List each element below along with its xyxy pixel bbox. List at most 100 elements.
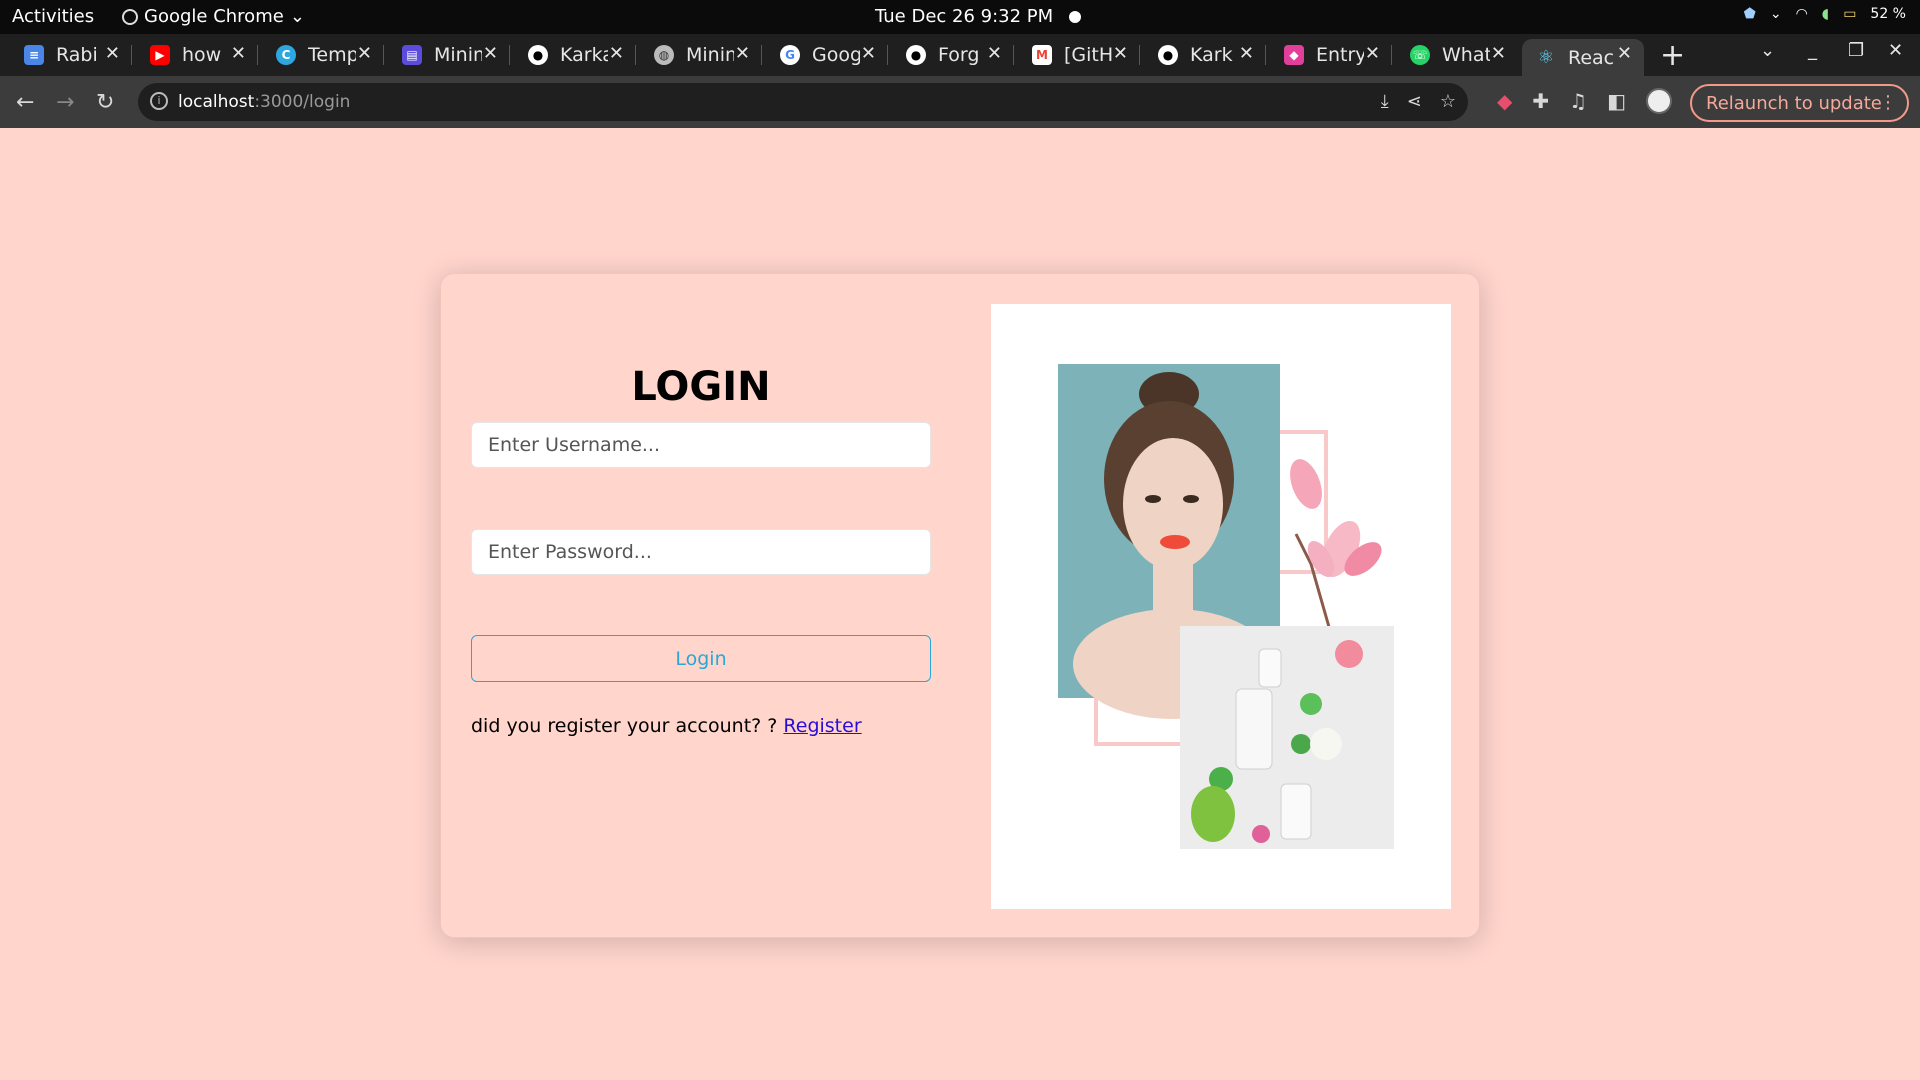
tab-active[interactable]: ⚛ Reac ✕	[1522, 39, 1644, 76]
whatsapp-icon: ☏	[1410, 45, 1430, 65]
shield-icon[interactable]: ⬟	[1744, 6, 1756, 22]
tab[interactable]: G Goog ✕	[766, 39, 888, 71]
clock[interactable]: Tue Dec 26 9:32 PM	[875, 6, 1082, 27]
restore-icon[interactable]: ❐	[1848, 40, 1864, 61]
chevron-down-icon[interactable]: ⌄	[1770, 6, 1782, 22]
close-icon[interactable]: ✕	[735, 43, 750, 64]
minimize-icon[interactable]: _	[1808, 40, 1817, 61]
github-icon: ●	[528, 45, 548, 65]
extensions-puzzle-icon[interactable]: ✚	[1532, 89, 1549, 113]
close-icon[interactable]: ✕	[987, 43, 1002, 64]
kebab-menu-icon[interactable]: ⋮	[1879, 92, 1897, 113]
tab-separator	[1139, 45, 1140, 65]
tab-separator	[761, 45, 762, 65]
omnibox-actions: ⤓ ⋖ ☆	[1381, 91, 1456, 112]
notification-dot-icon	[1069, 10, 1082, 23]
tab-title: Entry	[1316, 44, 1364, 66]
address-bar[interactable]: i localhost:3000/login ⤓ ⋖ ☆	[138, 83, 1468, 121]
google-icon: G	[780, 45, 800, 65]
docs-icon: ≡	[24, 45, 44, 65]
hero-image-panel	[991, 304, 1451, 909]
register-prompt: did you register your account? ? Registe…	[471, 715, 862, 737]
tab[interactable]: ☏ What ✕	[1396, 39, 1518, 71]
tab-separator	[1013, 45, 1014, 65]
media-queue-icon[interactable]: ♫	[1569, 89, 1587, 113]
close-icon[interactable]: ✕	[1113, 43, 1128, 64]
globe-icon: ◍	[654, 45, 674, 65]
tab-separator	[131, 45, 132, 65]
github-icon: ●	[1158, 45, 1178, 65]
tab-search-icon[interactable]: ⌄	[1760, 40, 1775, 61]
tab[interactable]: ● Karka ✕	[514, 39, 636, 71]
reload-icon[interactable]: ↻	[96, 90, 114, 115]
side-panel-icon[interactable]: ◧	[1607, 89, 1626, 113]
github-icon: ●	[906, 45, 926, 65]
tab-title: Temp	[308, 44, 356, 66]
react-icon: ⚛	[1537, 47, 1555, 68]
close-icon[interactable]: ✕	[105, 43, 120, 64]
relaunch-to-update-button[interactable]: Relaunch to update ⋮	[1690, 84, 1909, 122]
login-title: LOGIN	[631, 364, 771, 410]
tab-title: Rabi	[56, 44, 98, 66]
new-tab-button[interactable]: +	[1660, 38, 1685, 73]
tab-title: [GitH	[1064, 44, 1112, 66]
tab-title: Minim	[434, 44, 482, 66]
tab-title: Forg	[938, 44, 980, 66]
profile-avatar[interactable]	[1646, 88, 1672, 114]
gmail-icon: M	[1032, 45, 1052, 65]
tab-separator	[1391, 45, 1392, 65]
activities-button[interactable]: Activities	[12, 6, 94, 27]
tab[interactable]: M [GitH ✕	[1018, 39, 1140, 71]
bookmark-star-icon[interactable]: ☆	[1440, 91, 1456, 112]
close-icon[interactable]: ✕	[1617, 43, 1632, 64]
tab-title: how	[182, 44, 222, 66]
tab[interactable]: ◆ Entry ✕	[1270, 39, 1392, 71]
tab-separator	[383, 45, 384, 65]
hero-collage-image	[1058, 364, 1394, 849]
tab[interactable]: ● Kark ✕	[1144, 39, 1266, 71]
url-path: :3000/login	[254, 92, 351, 112]
chrome-app-icon	[122, 8, 138, 25]
close-icon[interactable]: ✕	[1239, 43, 1254, 64]
close-icon[interactable]: ✕	[861, 43, 876, 64]
color-extension-icon[interactable]: ◆	[1497, 89, 1512, 113]
datetime: Tue Dec 26 9:32 PM	[875, 6, 1054, 27]
password-input[interactable]	[471, 529, 931, 575]
wifi-icon: ◠	[1795, 6, 1808, 22]
url-text[interactable]: localhost:3000/login	[178, 92, 350, 112]
tab-separator	[509, 45, 510, 65]
tab[interactable]: ● Forg ✕	[892, 39, 1014, 71]
app-name: Google Chrome	[144, 6, 284, 27]
close-icon[interactable]: ✕	[1491, 43, 1506, 64]
tab-title: Goog	[812, 44, 860, 66]
share-icon[interactable]: ⋖	[1407, 91, 1422, 112]
close-icon[interactable]: ✕	[1365, 43, 1380, 64]
battery-percent: 52 %	[1870, 6, 1906, 22]
login-button[interactable]: Login	[471, 635, 931, 682]
tab[interactable]: ▤ Minim ✕	[388, 39, 510, 71]
app-menu[interactable]: Google Chrome ⌄	[122, 6, 305, 27]
volume-icon: ◖	[1821, 6, 1830, 22]
system-tray[interactable]: ⬟ ⌄ ◠ ◖ ▭ 52 %	[1744, 6, 1906, 22]
install-app-icon[interactable]: ⤓	[1381, 91, 1389, 112]
close-icon[interactable]: ✕	[357, 43, 372, 64]
cube-icon: ◆	[1284, 45, 1304, 65]
username-input[interactable]	[471, 422, 931, 468]
close-icon[interactable]: ✕	[609, 43, 624, 64]
tab-separator	[1265, 45, 1266, 65]
close-icon[interactable]: ✕	[231, 43, 246, 64]
tab-title: Minim	[686, 44, 734, 66]
tab[interactable]: ◍ Minim ✕	[640, 39, 762, 71]
canva-icon: C	[276, 45, 296, 65]
tab-title: What	[1442, 44, 1490, 66]
tab[interactable]: C Temp ✕	[262, 39, 384, 71]
site-info-icon[interactable]: i	[150, 92, 168, 110]
tab[interactable]: ▶ how ✕	[136, 39, 258, 71]
tab[interactable]: ≡ Rabi ✕	[10, 39, 132, 71]
close-icon[interactable]: ✕	[483, 43, 498, 64]
register-link[interactable]: Register	[783, 715, 861, 737]
forward-icon[interactable]: →	[56, 90, 74, 115]
close-window-icon[interactable]: ✕	[1888, 40, 1903, 61]
back-icon[interactable]: ←	[16, 90, 34, 115]
tab-title: Kark	[1190, 44, 1233, 66]
